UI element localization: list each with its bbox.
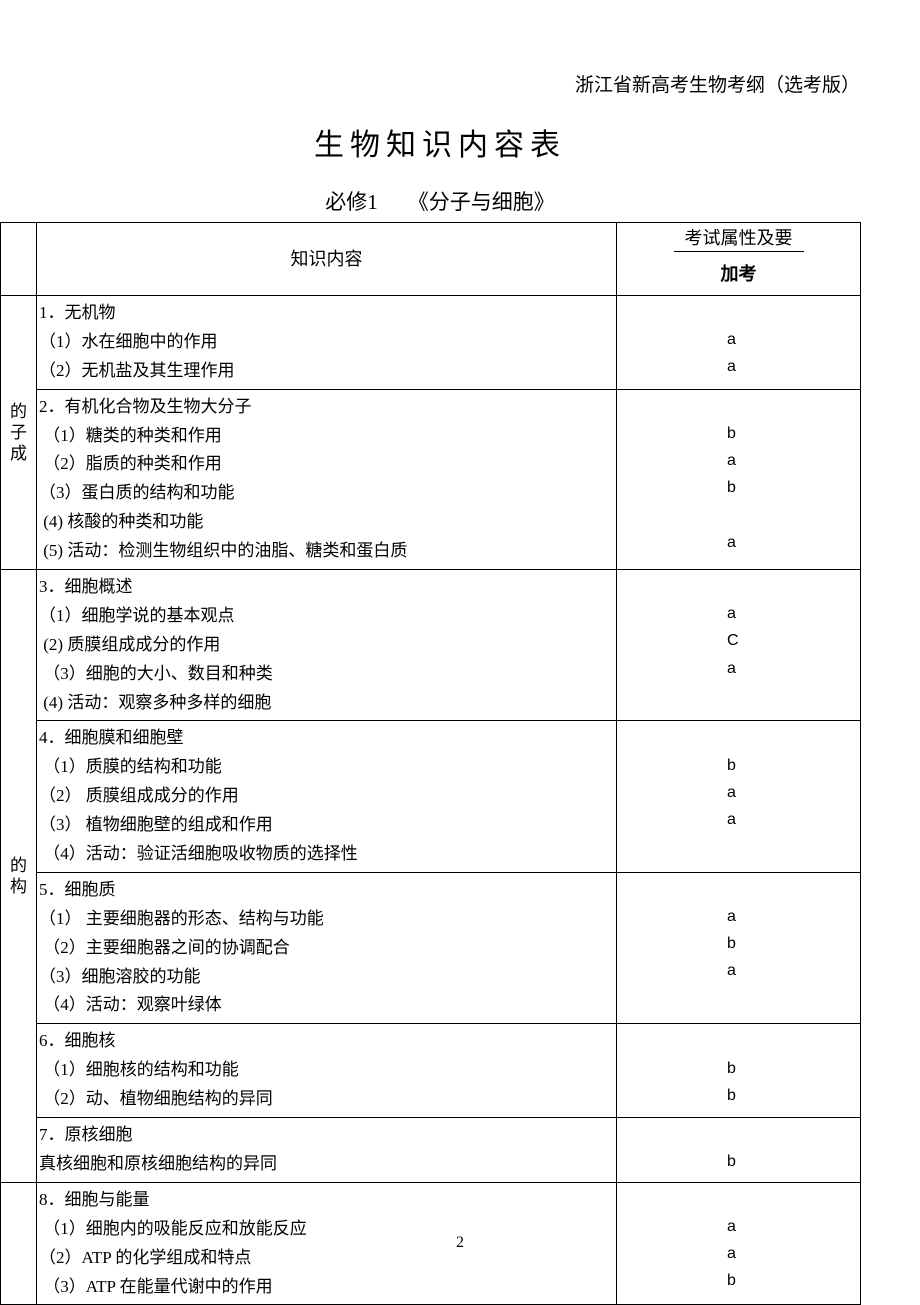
content-cell: 4．细胞膜和细胞壁 （1）质膜的结构和功能（2） 质膜组成成分的作用（3） 植物… <box>37 721 617 872</box>
content-cell: 6．细胞核 （1）细胞核的结构和功能 （2）动、植物细胞结构的异同 <box>37 1024 617 1118</box>
content: 生物知识内容表 必修1 《分子与细胞》 知识内容 考试属性及要 加考 <box>0 120 880 1305</box>
content-cell: 3．细胞概述（1）细胞学说的基本观点 (2) 质膜组成成分的作用 （3）细胞的大… <box>37 570 617 721</box>
doc-header: 浙江省新高考生物考纲（选考版） <box>575 70 860 97</box>
header-exam-attr: 考试属性及要 <box>617 223 861 255</box>
page-subtitle: 必修1 《分子与细胞》 <box>0 186 880 216</box>
exam-cell: baa <box>617 721 861 872</box>
module-cell: 的子成 <box>1 296 37 570</box>
table-row: 的子成1．无机物（1）水在细胞中的作用（2）无机盐及其生理作用 aa <box>1 296 861 390</box>
page-title: 生物知识内容表 <box>0 120 880 164</box>
table-row: 5．细胞质（1） 主要细胞器的形态、结构与功能 （2）主要细胞器之间的协调配合（… <box>1 872 861 1023</box>
table-header-row: 知识内容 考试属性及要 <box>1 223 861 255</box>
table-row: 6．细胞核 （1）细胞核的结构和功能 （2）动、植物细胞结构的异同 bb <box>1 1024 861 1118</box>
content-cell: 5．细胞质（1） 主要细胞器的形态、结构与功能 （2）主要细胞器之间的协调配合（… <box>37 872 617 1023</box>
header-module <box>1 223 37 296</box>
page: 浙江省新高考生物考纲（选考版） 生物知识内容表 必修1 《分子与细胞》 知识内容 … <box>0 0 920 1302</box>
exam-cell: aa <box>617 296 861 390</box>
subtitle-left: 必修1 <box>325 190 378 214</box>
exam-cell: bb <box>617 1024 861 1118</box>
exam-cell: aba <box>617 872 861 1023</box>
exam-cell: b <box>617 1118 861 1183</box>
content-cell: 1．无机物（1）水在细胞中的作用（2）无机盐及其生理作用 <box>37 296 617 390</box>
page-number: 2 <box>0 1234 920 1252</box>
table-row: 4．细胞膜和细胞壁 （1）质膜的结构和功能（2） 质膜组成成分的作用（3） 植物… <box>1 721 861 872</box>
table-row: 的构3．细胞概述（1）细胞学说的基本观点 (2) 质膜组成成分的作用 （3）细胞… <box>1 570 861 721</box>
exam-cell: aCa <box>617 570 861 721</box>
table-row: 2．有机化合物及生物大分子 （1）糖类的种类和作用 （2）脂质的种类和作用（3）… <box>1 389 861 569</box>
syllabus-table: 知识内容 考试属性及要 加考 的子成1．无机物（1）水在细胞中的作用（2）无机盐… <box>0 222 861 1305</box>
table-row: 7．原核细胞真核细胞和原核细胞结构的异同 b <box>1 1118 861 1183</box>
subtitle-right: 《分子与细胞》 <box>408 190 555 214</box>
exam-cell: bab a <box>617 389 861 569</box>
module-cell: 的构 <box>1 570 37 1183</box>
header-content: 知识内容 <box>37 223 617 296</box>
content-cell: 7．原核细胞真核细胞和原核细胞结构的异同 <box>37 1118 617 1183</box>
header-exam-sub: 加考 <box>617 254 861 295</box>
content-cell: 2．有机化合物及生物大分子 （1）糖类的种类和作用 （2）脂质的种类和作用（3）… <box>37 389 617 569</box>
